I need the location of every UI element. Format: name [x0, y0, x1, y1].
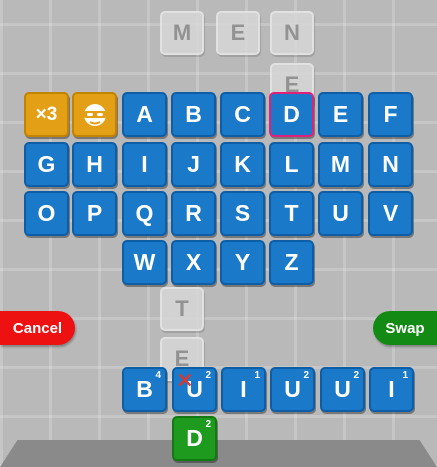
- played-tile[interactable]: D 2: [172, 416, 217, 461]
- key-F[interactable]: F: [368, 92, 413, 137]
- board-tile: T: [160, 287, 204, 331]
- tile-points: 4: [155, 370, 161, 381]
- tile-points: 1: [254, 370, 260, 381]
- board-tile: E: [216, 11, 260, 55]
- tile-points: 2: [205, 370, 211, 381]
- key-W[interactable]: W: [122, 240, 167, 285]
- key-P[interactable]: P: [72, 191, 117, 236]
- key-O[interactable]: O: [24, 191, 69, 236]
- tile-letter: U: [334, 376, 351, 402]
- rack-tray: [0, 440, 437, 467]
- key-C[interactable]: C: [220, 92, 265, 137]
- rack-tile[interactable]: I 1: [221, 367, 266, 412]
- rack-tile[interactable]: B 4: [122, 367, 167, 412]
- tile-letter: D: [186, 425, 203, 451]
- rack-tile[interactable]: U 2: [320, 367, 365, 412]
- key-V[interactable]: V: [368, 191, 413, 236]
- key-K[interactable]: K: [220, 142, 265, 187]
- bandit-mask-icon: [82, 103, 107, 126]
- tile-letter: I: [388, 376, 395, 402]
- tile-points: 2: [353, 370, 359, 381]
- tile-letter: B: [136, 376, 153, 402]
- key-R[interactable]: R: [171, 191, 216, 236]
- key-Q[interactable]: Q: [122, 191, 167, 236]
- key-M[interactable]: M: [318, 142, 363, 187]
- tile-points: 2: [205, 419, 211, 430]
- key-Z[interactable]: Z: [269, 240, 314, 285]
- key-L[interactable]: L: [269, 142, 314, 187]
- key-I[interactable]: I: [122, 142, 167, 187]
- key-U[interactable]: U: [318, 191, 363, 236]
- key-N[interactable]: N: [368, 142, 413, 187]
- key-J[interactable]: J: [171, 142, 216, 187]
- key-D[interactable]: D: [269, 92, 314, 137]
- board-tile: N: [270, 11, 314, 55]
- swap-button[interactable]: Swap: [373, 311, 437, 345]
- key-X[interactable]: X: [171, 240, 216, 285]
- rack-tile[interactable]: U 2: [172, 367, 217, 412]
- key-G[interactable]: G: [24, 142, 69, 187]
- key-H[interactable]: H: [72, 142, 117, 187]
- tile-points: 1: [402, 370, 408, 381]
- key-S[interactable]: S: [220, 191, 265, 236]
- rack-tile[interactable]: U 2: [270, 367, 315, 412]
- key-Y[interactable]: Y: [220, 240, 265, 285]
- bandit-key[interactable]: [72, 92, 117, 137]
- tile-letter: U: [284, 376, 301, 402]
- key-E[interactable]: E: [318, 92, 363, 137]
- tile-letter: I: [240, 376, 247, 402]
- cancel-button[interactable]: Cancel: [0, 311, 75, 345]
- key-A[interactable]: A: [122, 92, 167, 137]
- key-T[interactable]: T: [269, 191, 314, 236]
- triple-multiplier-key[interactable]: ×3: [24, 92, 69, 137]
- rack-tile[interactable]: I 1: [369, 367, 414, 412]
- tile-points: 2: [303, 370, 309, 381]
- board-tile: M: [160, 11, 204, 55]
- key-B[interactable]: B: [171, 92, 216, 137]
- tile-letter: U: [186, 376, 203, 402]
